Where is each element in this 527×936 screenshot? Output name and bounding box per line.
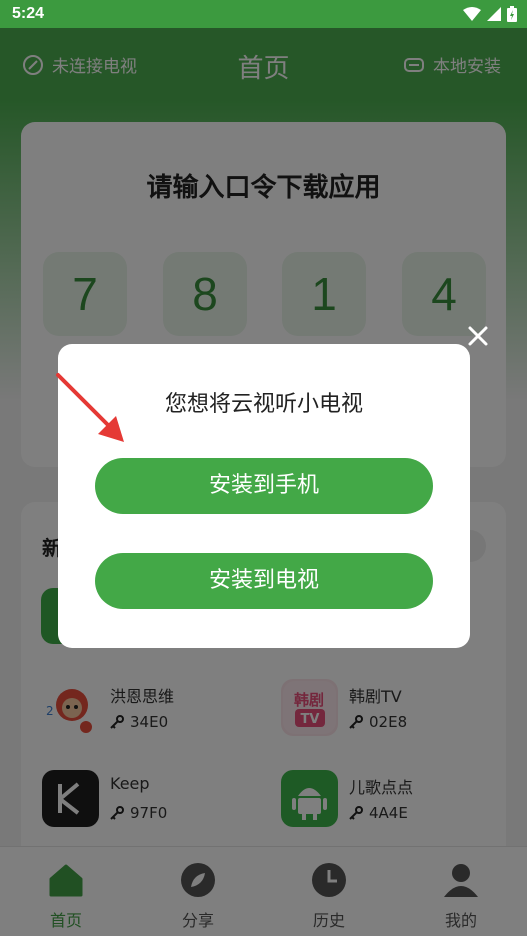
signal-icon [487,7,501,21]
install-to-tv-button[interactable]: 安装到电视 [95,553,433,609]
pointer-arrow-icon [56,373,124,442]
status-bar: 5:24 [0,0,527,28]
wifi-icon [463,7,481,21]
status-time: 5:24 [12,5,45,22]
battery-icon [507,6,517,22]
close-icon[interactable] [462,320,494,352]
install-to-phone-button[interactable]: 安装到手机 [95,458,433,514]
status-icons [463,6,517,22]
